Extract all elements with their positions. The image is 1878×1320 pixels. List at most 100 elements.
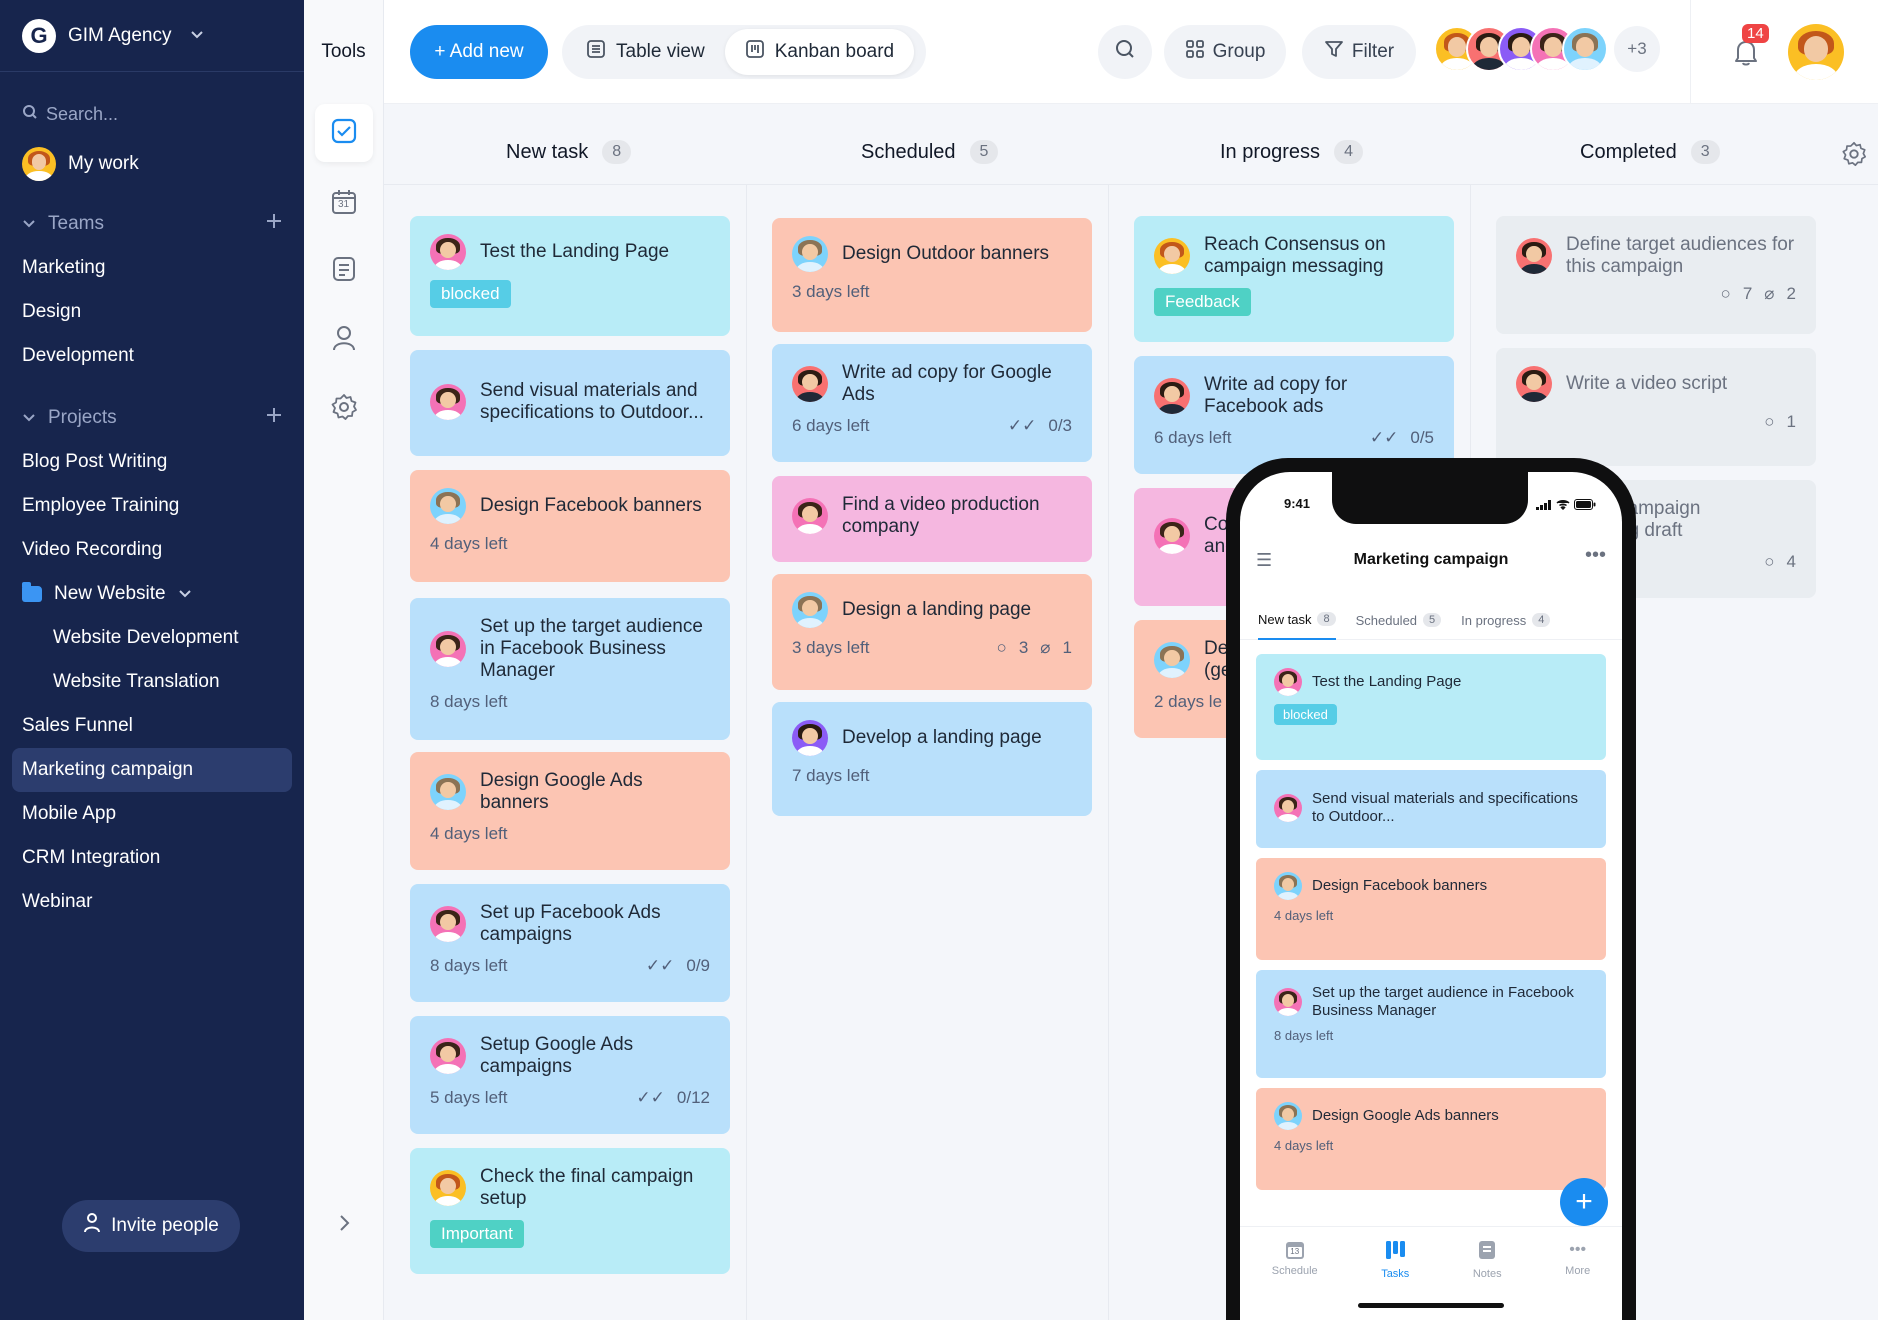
filter-label: Filter <box>1351 41 1395 62</box>
comment-count: 3 <box>1018 638 1029 657</box>
nav-label: More <box>1565 1265 1591 1277</box>
tab-label: Scheduled <box>1355 612 1418 628</box>
comment-icon: ○ <box>996 638 1007 657</box>
more-members-count[interactable]: +3 <box>1614 26 1660 72</box>
nav-label: Notes <box>1472 1268 1502 1280</box>
due-date: 4 days left <box>430 534 508 553</box>
chevron-right-icon[interactable] <box>304 1214 384 1238</box>
sidebar-item-website-translation[interactable]: Website Translation <box>0 660 304 704</box>
teams-section-header[interactable]: Teams <box>0 202 304 246</box>
task-card[interactable]: Find a video production company <box>772 476 1092 562</box>
sidebar-item-marketing[interactable]: Marketing <box>0 246 304 290</box>
sidebar-item-design[interactable]: Design <box>0 290 304 334</box>
tool-notes[interactable] <box>315 242 373 300</box>
add-new-button[interactable]: + Add new <box>410 25 548 79</box>
divider <box>746 184 747 1320</box>
add-task-fab[interactable]: + <box>1560 1178 1608 1226</box>
chevron-down-icon <box>190 28 204 43</box>
task-card[interactable]: Develop a landing page 7 days left <box>772 702 1092 816</box>
sidebar-search[interactable]: Search... <box>0 84 304 144</box>
task-card[interactable]: Write a video script ○ 1 <box>1496 348 1816 466</box>
sidebar-item-blog-post-writing[interactable]: Blog Post Writing <box>0 440 304 484</box>
tab-label: In progress <box>1461 612 1527 628</box>
task-card[interactable]: Design Google Ads banners 4 days left <box>1256 1088 1606 1190</box>
due-date: 3 days left <box>792 638 870 657</box>
task-tag: Feedback <box>1154 288 1251 316</box>
task-card[interactable]: Set up the target audience in Facebook B… <box>410 598 730 740</box>
workspace-name: GIM Agency <box>68 24 172 46</box>
checklist-count: 0/9 <box>686 956 710 975</box>
task-card[interactable]: Design Facebook banners 4 days left <box>410 470 730 582</box>
tool-settings[interactable] <box>315 380 373 438</box>
tools-title: Tools <box>321 41 366 62</box>
chevron-down-icon <box>178 583 192 605</box>
tab-scheduled[interactable]: Scheduled 5 <box>1356 600 1442 640</box>
calendar-icon: 13 <box>1284 1239 1306 1261</box>
sidebar-item-website-development[interactable]: Website Development <box>0 616 304 660</box>
group-button[interactable]: Group <box>1164 25 1286 79</box>
home-indicator <box>1358 1303 1504 1308</box>
gear-icon[interactable] <box>1840 140 1868 173</box>
tool-people[interactable] <box>315 311 373 369</box>
task-card[interactable]: Test the Landing Page blocked <box>1256 654 1606 760</box>
filter-button[interactable]: Filter <box>1302 25 1416 79</box>
column-title: In progress <box>1220 140 1321 163</box>
task-card[interactable]: Test the Landing Page blocked <box>410 216 730 336</box>
task-card[interactable]: Design Google Ads banners 4 days left <box>410 752 730 870</box>
task-card[interactable]: Send visual materials and specifications… <box>1256 770 1606 848</box>
sidebar-item-video-recording[interactable]: Video Recording <box>0 528 304 572</box>
task-card[interactable]: Write ad copy for Facebook ads 6 days le… <box>1134 356 1454 474</box>
due-date: 6 days left <box>1154 428 1232 447</box>
sidebar-folder-new-website[interactable]: New Website <box>0 572 304 616</box>
sidebar-item-development[interactable]: Development <box>0 334 304 378</box>
tool-tasks[interactable] <box>314 104 373 162</box>
tool-calendar[interactable]: 31 <box>315 173 373 231</box>
sidebar-item-mobile-app[interactable]: Mobile App <box>0 792 304 836</box>
tab-in-progress[interactable]: In progress 4 <box>1461 600 1551 640</box>
task-card[interactable]: Set up the target audience in Facebook B… <box>1256 970 1606 1078</box>
sidebar-item-webinar[interactable]: Webinar <box>0 880 304 924</box>
sidebar-item-employee-training[interactable]: Employee Training <box>0 484 304 528</box>
task-card[interactable]: Check the final campaign setup Important <box>410 1148 730 1274</box>
add-team-icon[interactable] <box>266 213 282 235</box>
task-card[interactable]: Design a landing page 3 days left ○ 3 ⌀ 1 <box>772 574 1092 690</box>
task-card[interactable]: Write ad copy for Google Ads 6 days left… <box>772 344 1092 462</box>
sidebar-item-crm-integration[interactable]: CRM Integration <box>0 836 304 880</box>
nav-more[interactable]: ••• More <box>1565 1239 1590 1320</box>
task-card[interactable]: Define target audiences for this campaig… <box>1496 216 1816 334</box>
user-avatar[interactable] <box>1788 24 1844 80</box>
nav-schedule[interactable]: 13 Schedule <box>1272 1239 1318 1320</box>
projects-section-header[interactable]: Projects <box>0 396 304 440</box>
due-date: 3 days left <box>792 282 870 301</box>
sidebar-item-sales-funnel[interactable]: Sales Funnel <box>0 704 304 748</box>
tab-new-task[interactable]: New task 8 <box>1258 600 1336 640</box>
due-date: 6 days left <box>792 416 870 435</box>
workspace-switcher[interactable]: G GIM Agency <box>0 0 304 72</box>
invite-people-button[interactable]: Invite people <box>62 1200 240 1252</box>
checklist-icon: ✓✓ <box>645 956 675 975</box>
task-card[interactable]: Send visual materials and specifications… <box>410 350 730 456</box>
search-button[interactable] <box>1098 25 1152 79</box>
member-avatars[interactable]: +3 <box>1434 26 1660 72</box>
kanban-icon <box>745 39 765 65</box>
table-view-tab[interactable]: Table view <box>566 29 725 75</box>
task-card[interactable]: Design Facebook banners 4 days left <box>1256 858 1606 960</box>
more-icon[interactable]: ••• <box>1585 544 1606 567</box>
task-card[interactable]: Set up Facebook Ads campaigns 8 days lef… <box>410 884 730 1002</box>
add-project-icon[interactable] <box>266 407 282 429</box>
task-title: Design Facebook banners <box>480 495 702 516</box>
avatar <box>1516 366 1552 402</box>
task-card[interactable]: Reach Consensus on campaign messaging Fe… <box>1134 216 1454 342</box>
status-time: 9:41 <box>1284 496 1311 511</box>
avatar <box>792 720 828 756</box>
task-card[interactable]: Setup Google Ads campaigns 5 days left ✓✓… <box>410 1016 730 1134</box>
task-card[interactable]: Design Outdoor banners 3 days left <box>772 218 1092 332</box>
kanban-icon <box>1384 1239 1406 1264</box>
my-work-link[interactable]: My work <box>0 144 304 184</box>
sidebar-item-marketing-campaign[interactable]: Marketing campaign <box>12 748 292 792</box>
wifi-icon <box>1556 497 1570 515</box>
user-icon <box>330 324 358 357</box>
kanban-board-tab[interactable]: Kanban board <box>724 29 915 75</box>
task-title: Design Google Ads banners <box>1312 1107 1499 1124</box>
task-meta: ○ 3 ⌀ 1 <box>997 638 1072 658</box>
